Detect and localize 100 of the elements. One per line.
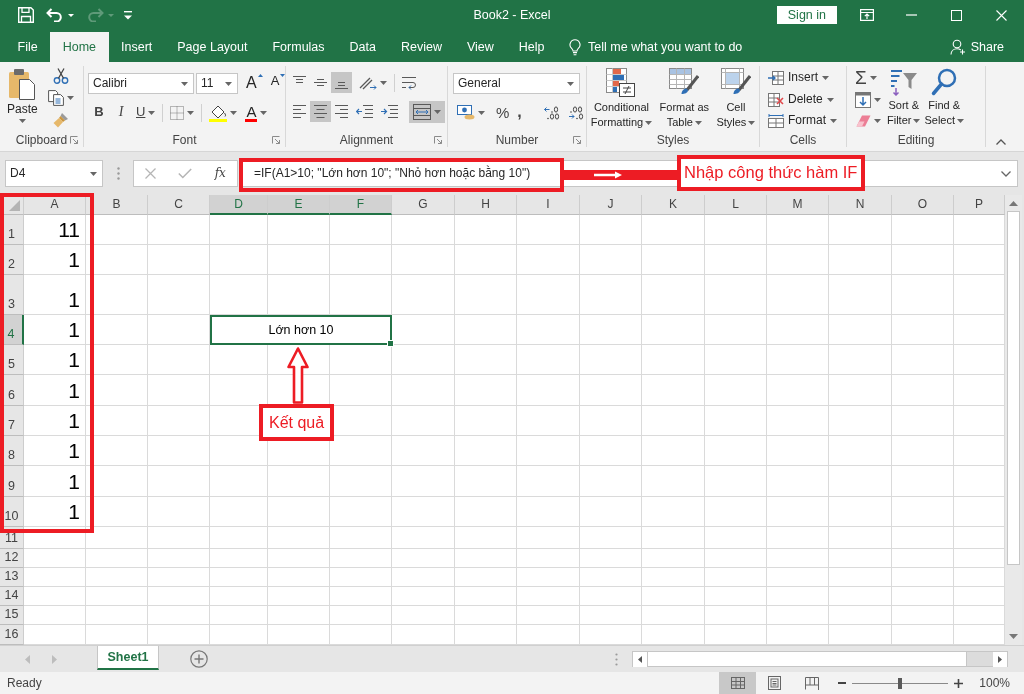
caret-icon [874, 119, 881, 124]
group-label: Styles [656, 132, 690, 148]
ribbon-tab[interactable]: Help [506, 32, 558, 62]
find-select-button[interactable]: Find & Select [922, 66, 967, 131]
delete-cells-button[interactable]: Delete [764, 89, 841, 110]
columns-frame-icon [804, 676, 819, 690]
down-triangle-icon [280, 73, 286, 77]
zoom-level[interactable]: 100% [979, 675, 1010, 691]
scrollbar-thumb[interactable] [647, 652, 967, 666]
align-bottom-button[interactable] [331, 72, 352, 93]
column-header[interactable]: M [767, 195, 829, 215]
undo-icon [46, 8, 64, 22]
line-caret-icon[interactable] [124, 10, 132, 20]
column-header[interactable]: H [455, 195, 517, 215]
insert-function-button[interactable]: fx [210, 163, 230, 184]
up-triangle-icon[interactable] [1009, 201, 1018, 206]
column-header[interactable]: E [268, 195, 330, 215]
sign-in-button[interactable]: Sign in [776, 6, 837, 24]
normal-view-button[interactable] [719, 672, 757, 694]
chevron-up-icon[interactable] [996, 139, 1006, 145]
corner-arrow-icon[interactable] [272, 136, 280, 144]
ribbon-tab[interactable]: Insert [108, 32, 165, 62]
sort-filter-button[interactable]: Sort & Filter [885, 66, 923, 131]
font-size-field[interactable]: 11 [196, 73, 238, 94]
column-header[interactable]: J [580, 195, 642, 215]
font-name-field[interactable]: Calibri [88, 73, 194, 94]
column-header[interactable]: N [829, 195, 892, 215]
redo-icon [86, 8, 104, 22]
window-up-arrow-icon [859, 9, 874, 21]
format-cells-button[interactable]: Format [764, 111, 841, 131]
column-header[interactable]: O [892, 195, 954, 215]
row-header[interactable]: 15 [0, 606, 24, 625]
column-header[interactable]: C [148, 195, 210, 215]
caret-icon [645, 121, 653, 126]
ribbon-tab[interactable]: Page Layout [164, 32, 260, 62]
down-triangle-icon[interactable] [1009, 634, 1018, 639]
row-header[interactable]: 13 [0, 568, 24, 587]
name-box[interactable]: D4 [5, 160, 103, 187]
shrink-font-button[interactable]: A [266, 73, 290, 94]
percent-button[interactable]: % [492, 102, 514, 123]
align-middle-icon [314, 76, 327, 89]
italic-button[interactable]: I [110, 102, 132, 123]
number-format-field[interactable]: General [453, 73, 580, 94]
fill-handle[interactable] [387, 340, 394, 347]
ribbon-tab[interactable]: View [454, 32, 507, 62]
bold-button[interactable]: B [88, 102, 110, 123]
caret-icon [380, 80, 387, 85]
corner-arrow-icon[interactable] [434, 136, 442, 144]
conditional-formatting-button[interactable]: Conditional Formatting [588, 66, 655, 131]
minimize-icon [906, 14, 917, 16]
ribbon-tab[interactable]: File [5, 32, 51, 62]
ribbon-tab[interactable]: Home [50, 32, 109, 62]
group-label: Clipboard [15, 132, 68, 148]
cell-styles-button[interactable]: Cell Styles [714, 66, 758, 131]
slider-thumb[interactable] [898, 677, 903, 689]
underline-button[interactable]: U [132, 102, 160, 123]
column-header[interactable]: K [642, 195, 705, 215]
chevron-down-icon[interactable] [1001, 170, 1011, 177]
plus-icon[interactable] [954, 678, 964, 688]
corner-arrow-icon[interactable] [573, 136, 581, 144]
tell-me-search[interactable]: Tell me what you want to do [569, 32, 743, 62]
plus-circle-icon[interactable] [190, 650, 208, 668]
vertical-dots-icon[interactable] [615, 652, 618, 666]
column-header[interactable]: L [705, 195, 767, 215]
scrollbar-thumb[interactable] [1007, 211, 1020, 565]
increase-decimal-icon [543, 105, 560, 120]
check-icon [178, 168, 193, 179]
horizontal-scrollbar[interactable] [632, 651, 1008, 667]
format-as-table-button[interactable]: Format as Table [657, 66, 712, 131]
column-header[interactable]: P [954, 195, 1005, 215]
insert-cells-button[interactable]: Insert [764, 68, 841, 88]
ribbon-tab[interactable]: Formulas [259, 32, 338, 62]
page-icon [768, 676, 782, 690]
row-header[interactable]: 14 [0, 587, 24, 606]
column-header[interactable]: D [210, 195, 268, 215]
ribbon-tab[interactable]: Review [388, 32, 455, 62]
align-center-button[interactable] [310, 101, 331, 122]
row-header[interactable]: 12 [0, 549, 24, 568]
column-header[interactable]: I [517, 195, 580, 215]
column-header[interactable]: F [330, 195, 392, 215]
lightbulb-icon [569, 38, 582, 56]
font-color-button[interactable]: A [241, 102, 272, 123]
ribbon-tab[interactable]: Data [337, 32, 389, 62]
vertical-dots-icon[interactable] [116, 167, 120, 180]
sheet-tab[interactable]: Sheet1 [97, 646, 159, 670]
share-button[interactable]: Share [949, 32, 1004, 62]
row-header[interactable]: 16 [0, 625, 24, 645]
minus-icon[interactable] [838, 682, 847, 684]
column-header[interactable]: B [86, 195, 148, 215]
column-header[interactable]: A [24, 195, 86, 215]
grow-font-button[interactable]: A [242, 73, 267, 94]
money-icon [457, 105, 475, 120]
comma-style-button[interactable]: , [513, 102, 526, 123]
column-header[interactable]: G [392, 195, 455, 215]
corner-arrow-icon[interactable] [70, 136, 78, 144]
paste-button[interactable]: Paste [5, 66, 40, 131]
sort-funnel-icon [889, 68, 918, 96]
autosum-button[interactable]: Σ [851, 68, 885, 88]
merge-center-button[interactable] [409, 100, 445, 123]
caret-icon [225, 81, 232, 86]
